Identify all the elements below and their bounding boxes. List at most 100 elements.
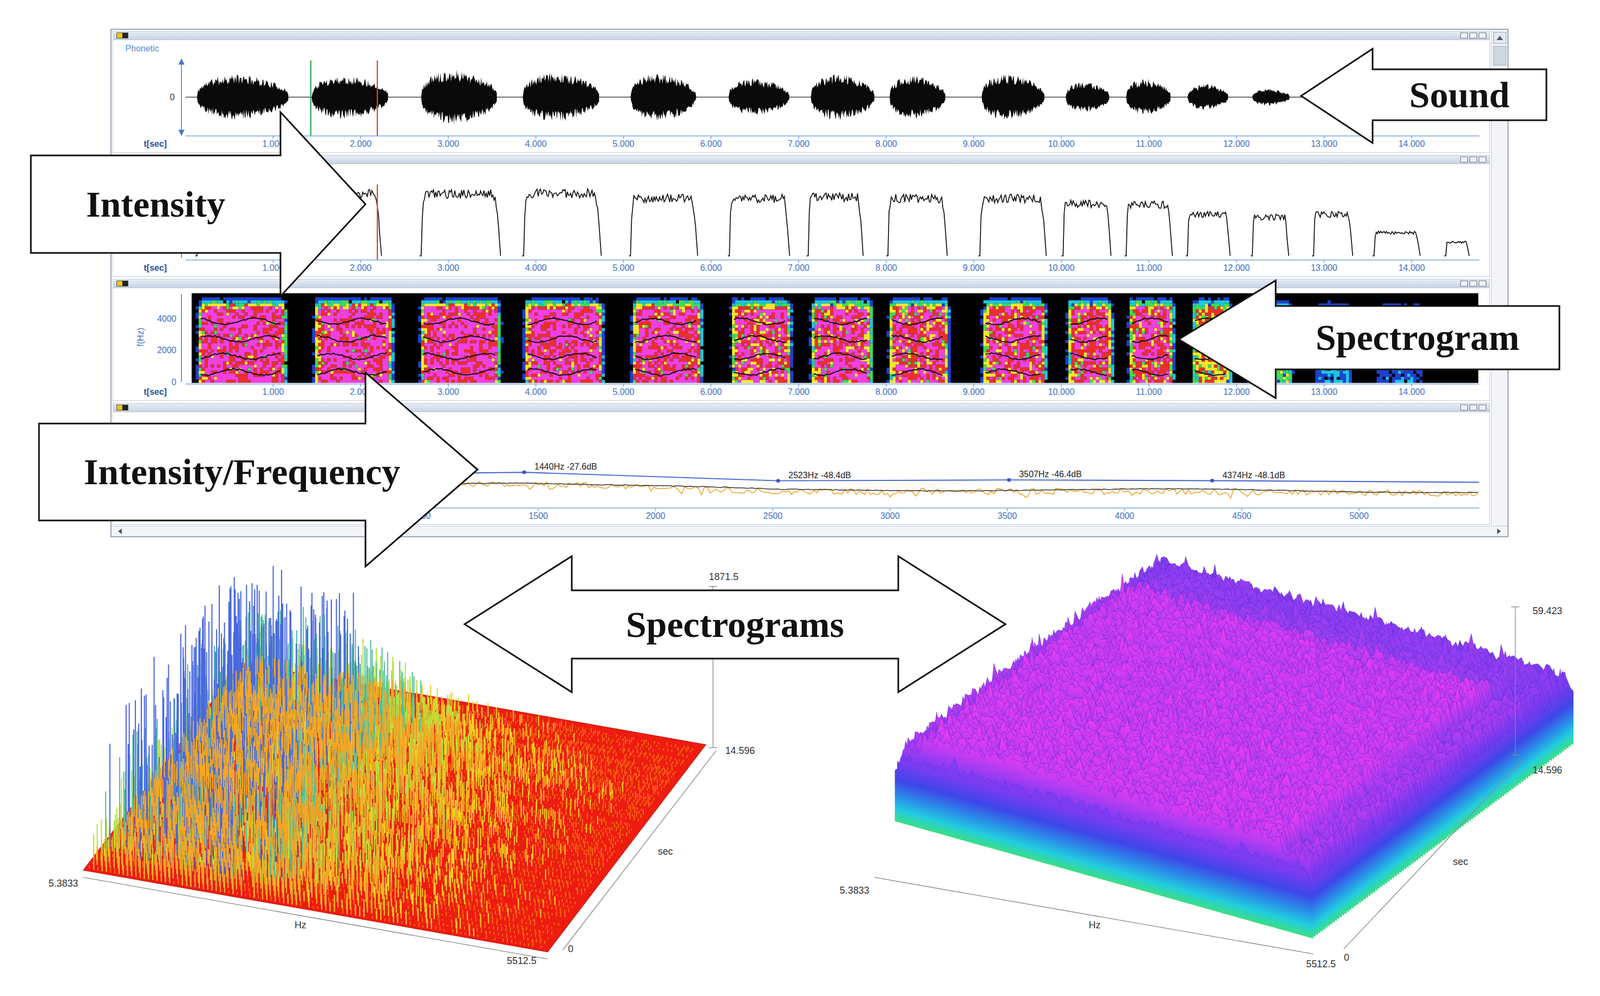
panel-buttons [1460, 404, 1487, 411]
svg-text:13.000: 13.000 [1310, 139, 1338, 149]
minimize-button[interactable] [1460, 156, 1468, 163]
svg-text:5512.5: 5512.5 [1305, 958, 1336, 970]
svg-text:9.000: 9.000 [962, 139, 985, 149]
svg-text:t[sec]: t[sec] [143, 387, 167, 397]
close-button[interactable] [1478, 156, 1487, 163]
maximize-button[interactable] [1469, 32, 1478, 39]
close-button[interactable] [1478, 404, 1487, 411]
time-axis: 1.0002.0003.0004.0005.0006.0007.0008.000… [143, 383, 1480, 397]
callout-arrow: Intensity/Frequency [38, 372, 478, 567]
svg-text:5000: 5000 [1349, 511, 1369, 521]
svg-text:10.000: 10.000 [1048, 263, 1075, 273]
callout-label: Sound [1409, 74, 1510, 116]
svg-text:2500: 2500 [762, 511, 783, 521]
svg-text:6.000: 6.000 [700, 387, 722, 397]
svg-text:8.000: 8.000 [875, 139, 898, 149]
minimize-button[interactable] [1460, 404, 1468, 411]
callout-arrow: Spectrogram [1178, 280, 1560, 398]
svg-text:4500: 4500 [1232, 511, 1252, 521]
svg-text:2523Hz -48.4dB: 2523Hz -48.4dB [788, 470, 852, 480]
peak-marker[interactable]: 2523Hz -48.4dB [776, 470, 852, 483]
peak-marker[interactable]: 4374Hz -48.1dB [1210, 470, 1286, 483]
svg-text:7.000: 7.000 [787, 139, 810, 149]
svg-text:2.000: 2.000 [349, 263, 372, 273]
svg-text:3000: 3000 [880, 511, 900, 521]
svg-text:5.3833: 5.3833 [839, 884, 870, 896]
svg-text:0: 0 [170, 92, 175, 102]
svg-text:9.000: 9.000 [962, 263, 985, 273]
panel-buttons [1460, 32, 1487, 39]
svg-text:5.000: 5.000 [612, 263, 635, 273]
sound-panel: Phonetic01.0002.0003.0004.0005.0006.0007… [112, 30, 1491, 153]
close-button[interactable] [1478, 32, 1487, 39]
svg-text:3.000: 3.000 [437, 263, 460, 273]
svg-text:13.000: 13.000 [1310, 263, 1338, 273]
svg-text:59.423: 59.423 [1532, 605, 1563, 617]
svg-text:0: 0 [567, 943, 574, 955]
svg-text:8.000: 8.000 [875, 263, 898, 273]
svg-text:1500: 1500 [528, 511, 548, 521]
svg-text:4374Hz -48.1dB: 4374Hz -48.1dB [1222, 470, 1286, 480]
svg-text:0: 0 [171, 377, 177, 387]
svg-text:4.000: 4.000 [525, 387, 547, 397]
svg-text:5.000: 5.000 [612, 387, 635, 397]
scroll-thumb[interactable] [1493, 46, 1507, 66]
svg-text:6.000: 6.000 [700, 263, 722, 273]
maximize-button[interactable] [1469, 156, 1478, 163]
close-button[interactable] [1478, 280, 1487, 287]
panel-header [113, 31, 1490, 41]
svg-text:4000: 4000 [1114, 511, 1135, 521]
svg-text:Phonetic: Phonetic [125, 43, 160, 54]
svg-text:7.000: 7.000 [787, 263, 810, 273]
svg-text:14.596: 14.596 [1532, 764, 1563, 776]
callout-label: Intensity [86, 184, 226, 225]
svg-text:1440Hz -27.6dB: 1440Hz -27.6dB [534, 461, 598, 472]
panel-buttons [1460, 280, 1487, 287]
svg-text:13.000: 13.000 [1310, 387, 1338, 397]
scroll-up-button[interactable] [1493, 31, 1507, 44]
svg-text:10.000: 10.000 [1048, 387, 1075, 397]
formant-lines [200, 317, 1226, 377]
panel-icon [116, 280, 129, 287]
svg-text:f(Hz): f(Hz) [135, 327, 146, 347]
time-axis: 1.0002.0003.0004.0005.0006.0007.0008.000… [143, 135, 1480, 149]
waveform-plot[interactable]: Phonetic01.0002.0003.0004.0005.0006.0007… [113, 40, 1490, 153]
minimize-button[interactable] [1460, 32, 1468, 39]
svg-text:11.000: 11.000 [1135, 387, 1162, 397]
panel-header [113, 403, 1490, 413]
svg-text:3.000: 3.000 [437, 139, 460, 149]
svg-text:4.000: 4.000 [525, 263, 547, 273]
right-arrow-icon[interactable] [1497, 528, 1501, 534]
peak-marker[interactable]: 1440Hz -27.6dB [522, 461, 598, 474]
callout-label: Intensity/Frequency [83, 451, 401, 493]
cursors[interactable] [310, 60, 378, 136]
callout-arrow: Spectrograms [464, 556, 1006, 692]
svg-text:14.596: 14.596 [725, 745, 755, 756]
peak-marker[interactable]: 3507Hz -46.4dB [1007, 469, 1082, 482]
left-arrow-icon[interactable] [118, 528, 122, 534]
svg-text:2000: 2000 [645, 511, 666, 521]
panel-header [113, 279, 1490, 289]
svg-text:5512.5: 5512.5 [506, 955, 537, 966]
callout-arrow: Intensity [30, 112, 366, 297]
minimize-button[interactable] [1460, 280, 1468, 287]
time-axis: 1.0002.0003.0004.0005.0006.0007.0008.000… [143, 259, 1480, 273]
waveform [197, 69, 1290, 125]
svg-text:7.000: 7.000 [787, 387, 810, 397]
svg-text:12.000: 12.000 [1223, 263, 1250, 273]
horizontal-scrollbar[interactable] [111, 525, 1508, 537]
svg-text:12.000: 12.000 [1223, 387, 1250, 397]
svg-text:sec: sec [1453, 856, 1469, 867]
svg-text:14.000: 14.000 [1398, 263, 1426, 273]
panel-buttons [1460, 156, 1487, 163]
callout-label: Spectrogram [1315, 317, 1520, 358]
svg-text:5.000: 5.000 [612, 139, 635, 149]
svg-text:3500: 3500 [997, 511, 1018, 521]
svg-text:4.000: 4.000 [525, 139, 547, 149]
svg-text:2.000: 2.000 [349, 139, 372, 149]
svg-text:6.000: 6.000 [700, 139, 722, 149]
maximize-button[interactable] [1469, 404, 1478, 411]
svg-text:1871.5: 1871.5 [708, 571, 739, 583]
maximize-button[interactable] [1469, 280, 1478, 287]
svg-text:4000: 4000 [157, 314, 177, 324]
